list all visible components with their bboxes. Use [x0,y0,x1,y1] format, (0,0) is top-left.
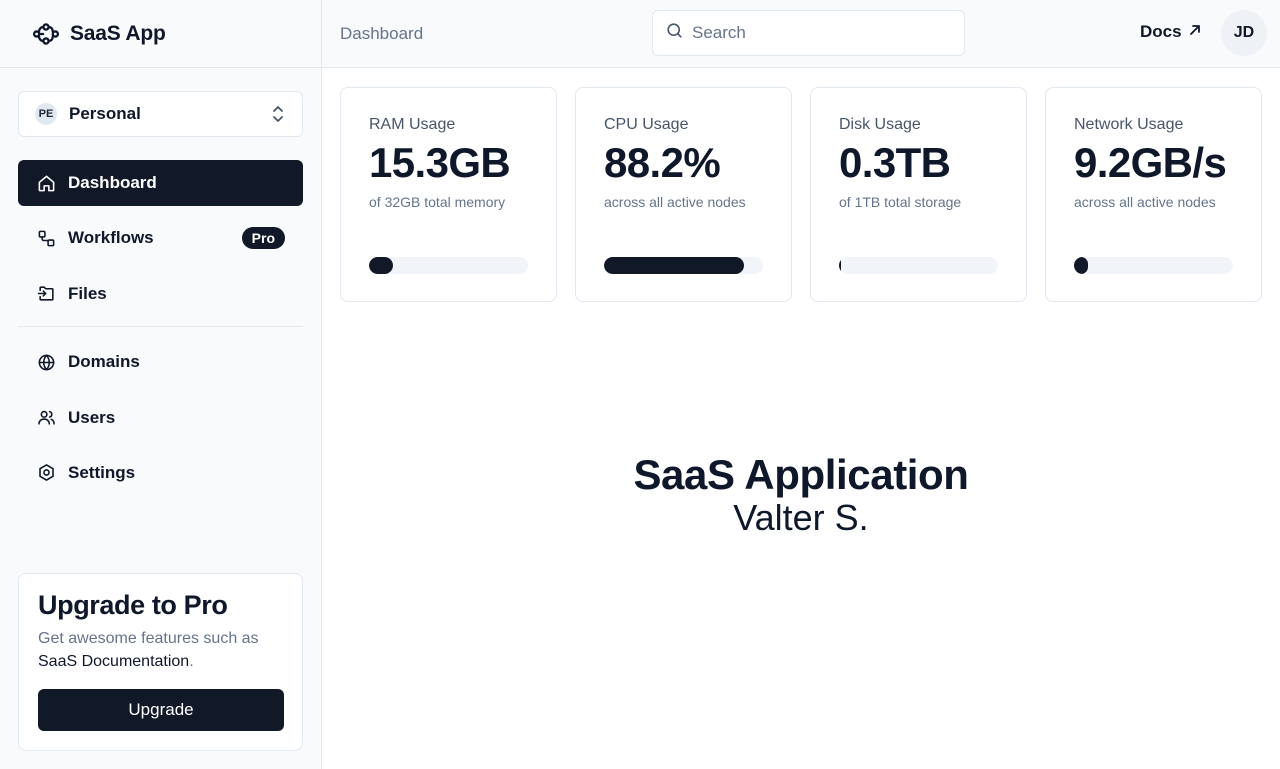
progress-fill [839,257,841,274]
card-label: Network Usage [1074,116,1184,133]
sidebar-item-settings[interactable]: Settings [18,450,303,496]
sidebar-item-label: Dashboard [68,173,157,192]
external-link-arrow-icon [1188,22,1202,42]
sidebar-item-dashboard[interactable]: Dashboard [18,160,303,206]
docs-label: Docs [1140,22,1182,41]
search-icon [665,21,684,45]
card-subtitle: across all active nodes [604,194,746,210]
main-content: RAM Usage 15.3GB of 32GB total memory CP… [322,69,1280,769]
card-value: 9.2GB/s [1074,139,1227,186]
progress-bar [369,257,528,274]
card-label: CPU Usage [604,116,689,133]
brand[interactable]: SaaS App [0,0,321,68]
upgrade-text-prefix: Get awesome features such as [38,630,259,647]
card-label: RAM Usage [369,116,456,133]
search-box[interactable] [652,10,965,56]
card-label: Disk Usage [839,116,921,133]
workflow-icon [36,228,56,248]
sidebar-item-label: Workflows [68,228,154,248]
sidebar-item-label: Files [68,283,107,303]
app-subtitle: Valter S. [733,497,869,538]
team-name: Personal [69,104,141,123]
upgrade-button[interactable]: Upgrade [38,689,284,731]
progress-fill [604,257,745,274]
team-avatar: PE [35,103,57,125]
upgrade-card: Upgrade to Pro Get awesome features such… [18,573,303,751]
sidebar-item-label: Settings [68,462,136,482]
user-avatar[interactable]: JD [1221,10,1267,56]
progress-fill [369,257,393,274]
card-subtitle: of 32GB total memory [369,194,506,210]
upgrade-title: Upgrade to Pro [38,590,228,620]
app-title: SaaS Application [633,451,969,498]
home-icon [36,173,56,193]
card-value: 0.3TB [839,139,951,186]
disk-usage-card: Disk Usage 0.3TB of 1TB total storage [810,87,1027,302]
team-selector[interactable]: PE Personal [18,91,303,137]
top-header: Dashboard Docs JD [322,0,1280,68]
sidebar-nav: Dashboard Workflows Pro Files Domains Us… [18,160,303,505]
cpu-usage-card: CPU Usage 88.2% across all active nodes [575,87,792,302]
sidebar-item-files[interactable]: Files [18,271,303,317]
card-subtitle: across all active nodes [1074,194,1216,210]
sidebar-item-label: Users [68,407,116,427]
card-value: 88.2% [604,139,721,186]
users-icon [36,408,56,428]
sidebar-item-workflows[interactable]: Workflows Pro [18,215,303,261]
sidebar-item-users[interactable]: Users [18,395,303,441]
card-value: 15.3GB [369,139,511,186]
chevron-up-down-icon [270,104,286,124]
docs-link[interactable]: Docs [1140,22,1202,42]
progress-bar [839,257,998,274]
network-usage-card: Network Usage 9.2GB/s across all active … [1045,87,1262,302]
upgrade-text-suffix: . [189,653,194,670]
progress-fill [1074,257,1089,274]
workflow-logo-icon [32,20,60,48]
sidebar: SaaS App PE Personal Dashboard Workflows… [0,0,322,769]
file-import-icon [36,284,56,304]
progress-bar [604,257,763,274]
brand-name: SaaS App [70,21,166,45]
sidebar-item-domains[interactable]: Domains [18,339,303,385]
upgrade-text: Get awesome features such as SaaS Docume… [38,627,283,673]
upgrade-text-link[interactable]: SaaS Documentation [38,653,189,670]
progress-bar [1074,257,1233,274]
nav-divider [18,326,303,328]
pro-badge: Pro [241,227,285,250]
breadcrumb[interactable]: Dashboard [340,24,423,44]
card-subtitle: of 1TB total storage [839,194,962,210]
search-input[interactable] [692,23,952,43]
ram-usage-card: RAM Usage 15.3GB of 32GB total memory [340,87,557,302]
sidebar-item-label: Domains [68,352,140,372]
settings-icon [36,463,56,483]
globe-icon [36,352,56,372]
usage-cards: RAM Usage 15.3GB of 32GB total memory CP… [340,87,1262,302]
